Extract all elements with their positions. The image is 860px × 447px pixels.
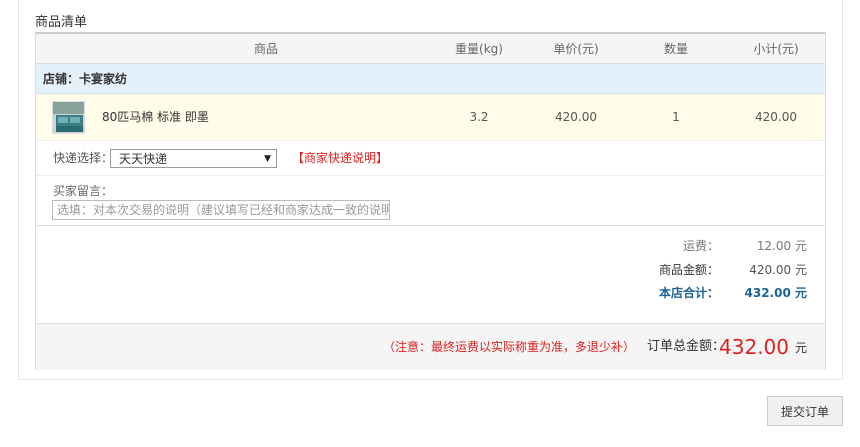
shop-row: 店铺：卡宴家纺 bbox=[36, 64, 825, 94]
item-weight: 3.2 bbox=[469, 110, 489, 124]
item-subtotal: 420.00 bbox=[755, 110, 797, 124]
message-label: 买家留言： bbox=[53, 184, 114, 198]
shop-name: 店铺：卡宴家纺 bbox=[43, 72, 128, 86]
column-subtotal: 小计(元) bbox=[753, 42, 799, 56]
chevron-down-icon: ▼ bbox=[264, 154, 271, 164]
product-thumbnail[interactable] bbox=[52, 101, 85, 134]
order-table: 商品 重量(kg) 单价(元) 数量 小计(元) 店铺：卡宴家纺 80匹马棉 标… bbox=[35, 32, 826, 370]
product-name[interactable]: 80匹马棉 标准 即墨 bbox=[102, 94, 209, 140]
item-quantity: 1 bbox=[672, 110, 680, 124]
table-header: 商品 重量(kg) 单价(元) 数量 小计(元) bbox=[36, 34, 825, 64]
submit-order-button[interactable]: 提交订单 bbox=[767, 396, 843, 426]
section-title: 商品清单 bbox=[35, 15, 88, 30]
order-footer: （注意：最终运费以实际称重为准，多退少补） 订单总金额： 432.00 元 bbox=[36, 324, 825, 370]
column-unit-price: 单价(元) bbox=[553, 42, 599, 56]
shop-total-value: 432.00 元 bbox=[744, 286, 808, 300]
order-total-amount: 432.00 bbox=[719, 335, 789, 359]
column-weight: 重量(kg) bbox=[455, 42, 503, 56]
shipping-selected-value: 天天快递 bbox=[119, 152, 168, 166]
goods-amount-label: 商品金额： bbox=[658, 263, 719, 277]
order-total-label: 订单总金额： bbox=[646, 339, 725, 354]
shipping-select[interactable]: 天天快递 ▼ bbox=[110, 149, 277, 168]
table-row: 80匹马棉 标准 即墨 3.2 420.00 1 420.00 bbox=[36, 94, 825, 141]
column-quantity: 数量 bbox=[663, 42, 688, 56]
column-product: 商品 bbox=[253, 42, 278, 56]
shop-total-label: 本店合计： bbox=[658, 286, 719, 300]
order-summary: 运费： 12.00 元 商品金额： 420.00 元 本店合计： 432.00 … bbox=[36, 226, 825, 324]
shipping-label: 快递选择： bbox=[53, 151, 114, 165]
goods-amount-value: 420.00 元 bbox=[749, 263, 807, 277]
shipping-row: 快递选择： 天天快递 ▼ 【商家快递说明】 bbox=[36, 141, 825, 176]
shipping-fee-label: 运费： bbox=[682, 239, 719, 253]
order-total-unit: 元 bbox=[794, 341, 807, 355]
item-unit-price: 420.00 bbox=[555, 110, 597, 124]
shipping-fee-value: 12.00 元 bbox=[756, 239, 807, 253]
message-row: 买家留言： bbox=[36, 176, 825, 226]
shipping-notice: （注意：最终运费以实际称重为准，多退少补） bbox=[382, 340, 635, 354]
message-input[interactable] bbox=[52, 200, 390, 220]
shipping-info-link[interactable]: 【商家快递说明】 bbox=[292, 141, 388, 176]
